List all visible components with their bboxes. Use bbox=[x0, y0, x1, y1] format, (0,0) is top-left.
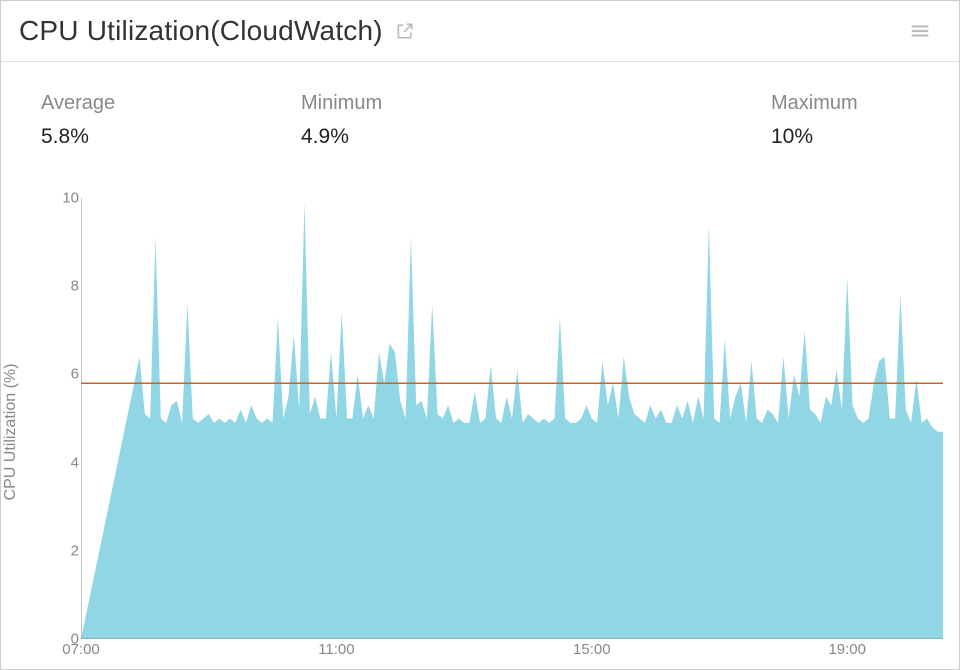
y-tick: 2 bbox=[51, 542, 79, 559]
stat-maximum-label: Maximum bbox=[771, 92, 858, 115]
x-axis-ticks: 07:0011:0015:0019:00 bbox=[81, 639, 943, 665]
y-tick: 6 bbox=[51, 366, 79, 383]
menu-icon[interactable] bbox=[909, 20, 931, 42]
chart-svg bbox=[81, 198, 943, 639]
stat-maximum-value: 10% bbox=[771, 125, 858, 149]
stat-average: Average 5.8% bbox=[41, 92, 301, 149]
y-tick: 4 bbox=[51, 454, 79, 471]
area-series bbox=[81, 202, 943, 639]
external-link-icon[interactable] bbox=[395, 21, 415, 41]
plot-area bbox=[81, 198, 943, 639]
stat-minimum-label: Minimum bbox=[301, 92, 771, 115]
metric-card: CPU Utilization(CloudWatch) Average 5.8%… bbox=[0, 0, 960, 670]
x-tick: 15:00 bbox=[573, 641, 611, 658]
y-axis-ticks: 0246810 bbox=[51, 198, 79, 639]
x-tick: 07:00 bbox=[62, 641, 100, 658]
stat-minimum: Minimum 4.9% bbox=[301, 92, 771, 149]
summary-stats: Average 5.8% Minimum 4.9% Maximum 10% bbox=[1, 62, 959, 159]
chart-container: CPU Utilization (%) 0246810 07:0011:0015… bbox=[21, 198, 953, 665]
stat-maximum: Maximum 10% bbox=[771, 92, 858, 149]
card-title: CPU Utilization(CloudWatch) bbox=[19, 15, 383, 47]
x-tick: 11:00 bbox=[318, 641, 354, 658]
y-axis-title: CPU Utilization (%) bbox=[2, 363, 20, 500]
y-tick: 10 bbox=[51, 190, 79, 207]
stat-average-label: Average bbox=[41, 92, 301, 115]
stat-minimum-value: 4.9% bbox=[301, 125, 771, 149]
stat-average-value: 5.8% bbox=[41, 125, 301, 149]
x-tick: 19:00 bbox=[828, 641, 866, 658]
y-tick: 8 bbox=[51, 278, 79, 295]
card-header: CPU Utilization(CloudWatch) bbox=[1, 1, 959, 62]
title-wrap: CPU Utilization(CloudWatch) bbox=[19, 15, 415, 47]
